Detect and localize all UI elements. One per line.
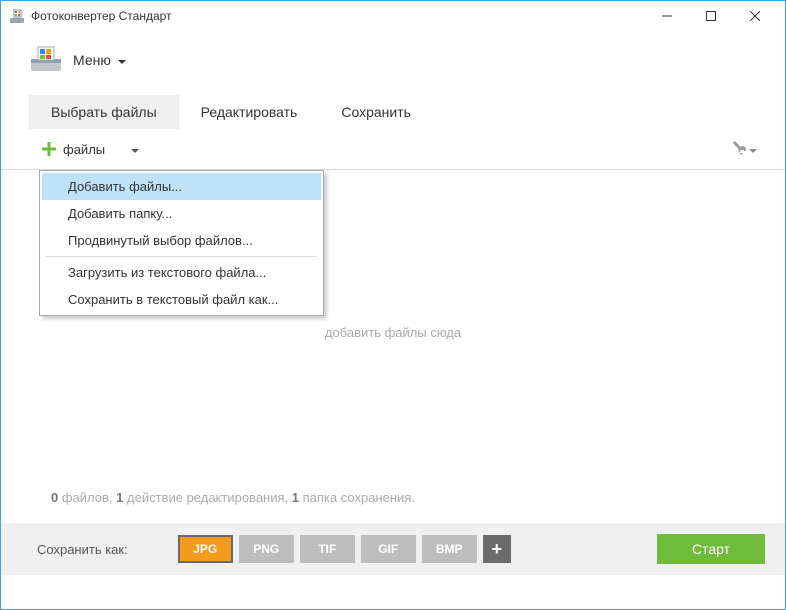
drop-hint-text: добавить файлы сюда bbox=[1, 325, 785, 340]
file-drop-area[interactable]: Добавить файлы... Добавить папку... Прод… bbox=[1, 170, 785, 490]
tab-edit[interactable]: Редактировать bbox=[179, 95, 320, 129]
plus-icon bbox=[41, 141, 57, 157]
add-files-dropdown-menu: Добавить файлы... Добавить папку... Прод… bbox=[39, 170, 324, 316]
format-jpg-button[interactable]: JPG bbox=[178, 535, 233, 563]
format-bmp-button[interactable]: BMP bbox=[422, 535, 477, 563]
wrench-icon bbox=[730, 140, 746, 159]
window-title: Фотоконвертер Стандарт bbox=[31, 9, 645, 23]
menu-item-save-to-text[interactable]: Сохранить в текстовый файл как... bbox=[42, 286, 321, 313]
toolbar: файлы bbox=[1, 129, 785, 170]
format-tif-button[interactable]: TIF bbox=[300, 535, 355, 563]
tab-bar: Выбрать файлы Редактировать Сохранить bbox=[1, 95, 785, 129]
settings-button[interactable] bbox=[730, 140, 757, 159]
menu-label-text: Меню bbox=[73, 52, 111, 68]
app-icon bbox=[9, 8, 25, 24]
menu-item-advanced-select[interactable]: Продвинутый выбор файлов... bbox=[42, 227, 321, 254]
status-files-count: 0 bbox=[51, 490, 58, 505]
format-gif-button[interactable]: GIF bbox=[361, 535, 416, 563]
plus-icon: + bbox=[491, 539, 502, 560]
window-controls bbox=[645, 2, 777, 30]
menu-item-add-files[interactable]: Добавить файлы... bbox=[42, 173, 321, 200]
add-files-dropdown-button[interactable]: файлы bbox=[37, 137, 143, 161]
chevron-down-icon bbox=[131, 142, 139, 157]
tab-save[interactable]: Сохранить bbox=[319, 95, 433, 129]
app-window: Фотоконвертер Стандарт bbox=[0, 0, 786, 610]
save-as-label: Сохранить как: bbox=[37, 542, 128, 557]
minimize-button[interactable] bbox=[645, 2, 689, 30]
chevron-down-icon bbox=[749, 142, 757, 157]
menu-item-add-folder[interactable]: Добавить папку... bbox=[42, 200, 321, 227]
status-bar: 0 файлов, 1 действие редактирования, 1 п… bbox=[1, 490, 785, 523]
close-button[interactable] bbox=[733, 2, 777, 30]
menubar: Меню bbox=[1, 31, 785, 95]
add-files-label: файлы bbox=[63, 142, 105, 157]
format-png-button[interactable]: PNG bbox=[239, 535, 294, 563]
start-button[interactable]: Старт bbox=[657, 534, 765, 564]
footer-bar: Сохранить как: JPG PNG TIF GIF BMP + Ста… bbox=[1, 523, 785, 575]
chevron-down-icon bbox=[118, 52, 126, 68]
menu-separator bbox=[46, 256, 317, 257]
status-folders-count: 1 bbox=[292, 490, 299, 505]
status-edits-word: действие редактирования, bbox=[127, 490, 288, 505]
status-edits-count: 1 bbox=[116, 490, 123, 505]
status-files-word: файлов, bbox=[62, 490, 113, 505]
status-folders-word: папка сохранения. bbox=[303, 490, 415, 505]
titlebar: Фотоконвертер Стандарт bbox=[1, 1, 785, 31]
menu-item-load-from-text[interactable]: Загрузить из текстового файла... bbox=[42, 259, 321, 286]
format-add-button[interactable]: + bbox=[483, 535, 511, 563]
tab-select-files[interactable]: Выбрать файлы bbox=[29, 95, 179, 129]
maximize-button[interactable] bbox=[689, 2, 733, 30]
format-buttons: JPG PNG TIF GIF BMP + bbox=[178, 535, 511, 563]
printer-icon bbox=[29, 45, 63, 75]
menu-button[interactable]: Меню bbox=[73, 52, 126, 68]
